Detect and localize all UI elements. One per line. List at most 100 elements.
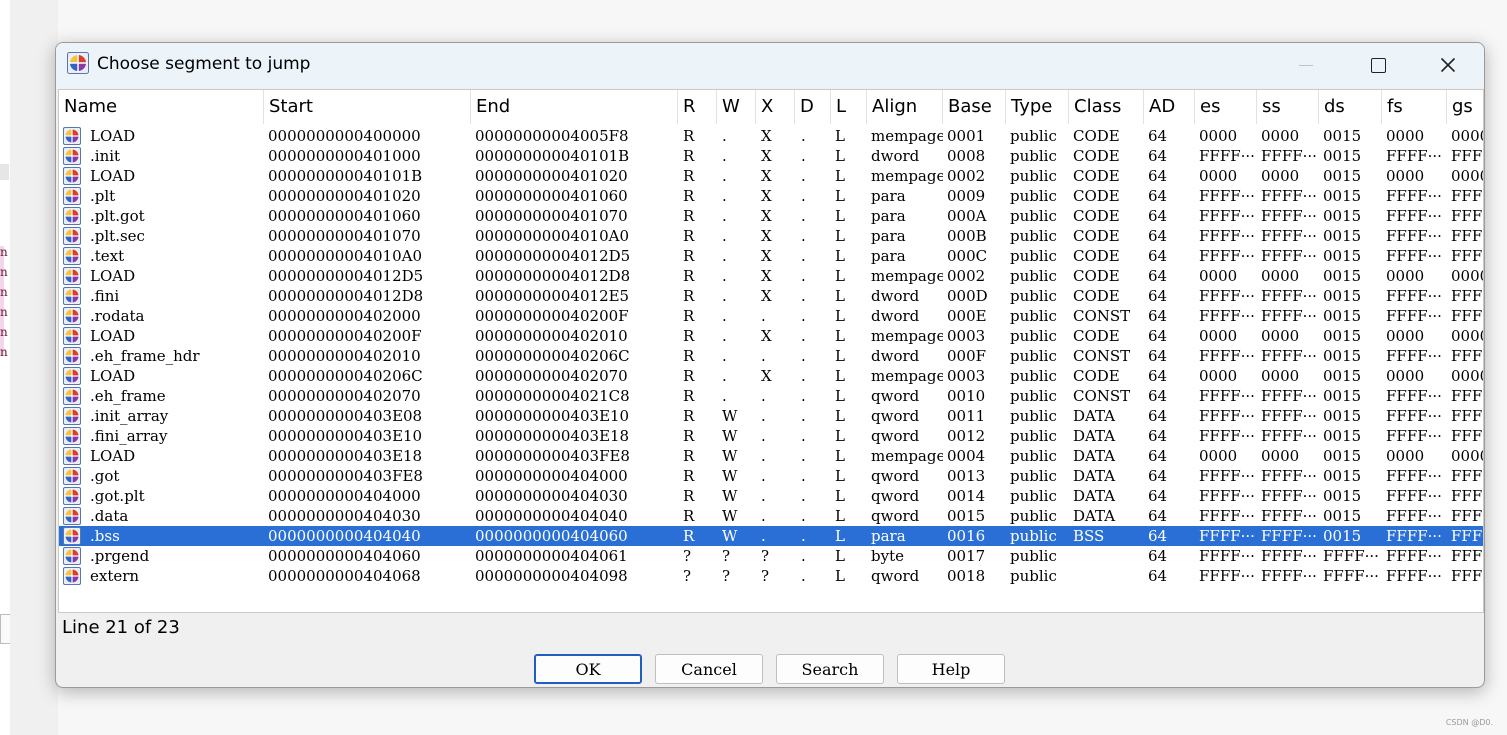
cell-ds: FFFF··· — [1323, 567, 1379, 585]
column-header-base[interactable]: Base — [943, 90, 1006, 124]
table-row[interactable]: LOAD 00000000004012D5 00000000004012D8 R. X.… — [59, 266, 1483, 286]
table-row[interactable]: .eh_frame_hdr 0000000000402010 00000000004… — [59, 346, 1483, 366]
cell-r: R — [683, 427, 695, 445]
column-header-end[interactable]: End — [471, 90, 678, 124]
table-row[interactable]: .eh_frame 0000000000402070 00000000004021C… — [59, 386, 1483, 406]
cell-base: 0002 — [947, 267, 986, 285]
cell-fs: FFFF··· — [1386, 307, 1442, 325]
cell-es: FFFF··· — [1199, 387, 1255, 405]
cell-ds: 0015 — [1323, 467, 1362, 485]
table-row[interactable]: .init_array 0000000000403E08 0000000000403… — [59, 406, 1483, 426]
cell-es: FFFF··· — [1199, 207, 1255, 225]
column-header-name[interactable]: Name — [59, 90, 264, 124]
table-body[interactable]: LOAD 0000000000400000 00000000004005F8 R. X.… — [59, 126, 1483, 586]
cell-l: L — [835, 167, 845, 185]
table-row[interactable]: .fini 00000000004012D8 00000000004012E5 R. X… — [59, 286, 1483, 306]
cell-type: public — [1010, 527, 1057, 545]
table-row[interactable]: .text 00000000004010A0 00000000004012D5 R. X… — [59, 246, 1483, 266]
cell-base: 0003 — [947, 327, 986, 345]
cell-ss: FFFF··· — [1261, 147, 1317, 165]
cell-l: L — [835, 287, 845, 305]
cell-end: 0000000000401060 — [475, 187, 628, 205]
table-row[interactable]: .fini_array 0000000000403E10 0000000000403… — [59, 426, 1483, 446]
cell-x: X — [761, 167, 772, 185]
cell-ds: 0015 — [1323, 247, 1362, 265]
title-bar[interactable]: Choose segment to jump — [56, 43, 1484, 87]
cell-l: L — [835, 127, 845, 145]
column-header-w[interactable]: W — [717, 90, 756, 124]
column-header-l[interactable]: L — [831, 90, 867, 124]
help-button[interactable]: Help — [897, 654, 1005, 684]
table-row[interactable]: .rodata 0000000000402000 000000000040200F R… — [59, 306, 1483, 326]
cell-d: . — [801, 427, 806, 445]
table-row[interactable]: .got 0000000000403FE8 0000000000404000 R W..… — [59, 466, 1483, 486]
cell-gs: FFFF — [1451, 247, 1483, 265]
table-row[interactable]: .plt.sec 0000000000401070 00000000004010A0… — [59, 226, 1483, 246]
cell-fs: FFFF··· — [1386, 547, 1442, 565]
table-row[interactable]: .got.plt 0000000000404000 0000000000404030… — [59, 486, 1483, 506]
column-header-ad[interactable]: AD — [1144, 90, 1195, 124]
segment-icon — [63, 287, 81, 305]
cancel-button[interactable]: Cancel — [655, 654, 763, 684]
cell-l: L — [835, 487, 845, 505]
cell-ad: 64 — [1148, 327, 1168, 345]
table-row[interactable]: .plt.got 0000000000401060 0000000000401070… — [59, 206, 1483, 226]
table-row[interactable]: LOAD 000000000040206C 0000000000402070 R. X.… — [59, 366, 1483, 386]
cell-name: .prgend — [90, 547, 150, 565]
table-row[interactable]: LOAD 0000000000400000 00000000004005F8 R. X.… — [59, 126, 1483, 146]
cell-gs: FFFF — [1451, 527, 1483, 545]
cell-ds: 0015 — [1323, 507, 1362, 525]
column-header-x[interactable]: X — [756, 90, 795, 124]
column-header-start[interactable]: Start — [264, 90, 471, 124]
maximize-button[interactable] — [1348, 43, 1408, 87]
segment-table[interactable]: Name Start End R W X D L Align Base Type Class AD es s… — [58, 89, 1484, 613]
cell-x: X — [761, 207, 772, 225]
cell-fs: FFFF··· — [1386, 527, 1442, 545]
cell-es: FFFF··· — [1199, 527, 1255, 545]
ok-button[interactable]: OK — [534, 654, 642, 684]
cell-end: 00000000004010A0 — [475, 227, 629, 245]
table-row[interactable]: LOAD 0000000000403E18 0000000000403FE8 R W..… — [59, 446, 1483, 466]
segment-icon — [63, 367, 81, 385]
column-header-ds[interactable]: ds — [1319, 90, 1382, 124]
cell-end: 000000000040206C — [475, 347, 630, 365]
table-row[interactable]: .plt 0000000000401020 0000000000401060 R. X.… — [59, 186, 1483, 206]
cell-l: L — [835, 207, 845, 225]
cell-ad: 64 — [1148, 427, 1168, 445]
column-header-align[interactable]: Align — [867, 90, 943, 124]
table-row[interactable]: .prgend 0000000000404060 0000000000404061?… — [59, 546, 1483, 566]
cell-type: public — [1010, 167, 1057, 185]
segment-icon — [63, 447, 81, 465]
search-button[interactable]: Search — [776, 654, 884, 684]
background-text: n — [0, 305, 8, 319]
column-header-d[interactable]: D — [795, 90, 831, 124]
cell-r: R — [683, 527, 695, 545]
cell-ds: 0015 — [1323, 407, 1362, 425]
column-header-ss[interactable]: ss — [1257, 90, 1319, 124]
table-row-selected[interactable]: .bss 0000000000404040 0000000000404060 R W..… — [59, 526, 1483, 546]
cell-fs: FFFF··· — [1386, 187, 1442, 205]
cell-type: public — [1010, 187, 1057, 205]
minimize-button[interactable] — [1276, 43, 1336, 87]
table-row[interactable]: LOAD 000000000040200F 0000000000402010 R. X.… — [59, 326, 1483, 346]
cell-name: .text — [90, 247, 125, 265]
cell-end: 0000000000403E18 — [475, 427, 630, 445]
column-header-class[interactable]: Class — [1069, 90, 1144, 124]
cell-start: 0000000000402000 — [268, 307, 421, 325]
background-text: n — [0, 325, 8, 339]
column-header-r[interactable]: R — [678, 90, 717, 124]
column-header-gs[interactable]: gs — [1447, 90, 1483, 124]
close-button[interactable] — [1418, 43, 1478, 87]
column-header-fs[interactable]: fs — [1382, 90, 1447, 124]
table-row[interactable]: extern 0000000000404068 0000000000404098??… — [59, 566, 1483, 586]
table-row[interactable]: .data 0000000000404030 0000000000404040 R W.… — [59, 506, 1483, 526]
cell-gs: 0000 — [1451, 327, 1483, 345]
table-row[interactable]: .init 0000000000401000 000000000040101B R. X… — [59, 146, 1483, 166]
column-header-type[interactable]: Type — [1006, 90, 1069, 124]
column-header-es[interactable]: es — [1195, 90, 1257, 124]
table-row[interactable]: LOAD 000000000040101B 0000000000401020 R. X.… — [59, 166, 1483, 186]
cell-gs: FFFF — [1451, 287, 1483, 305]
cell-fs: 0000 — [1386, 367, 1425, 385]
cell-name: LOAD — [90, 367, 136, 385]
cell-d: . — [801, 547, 806, 565]
